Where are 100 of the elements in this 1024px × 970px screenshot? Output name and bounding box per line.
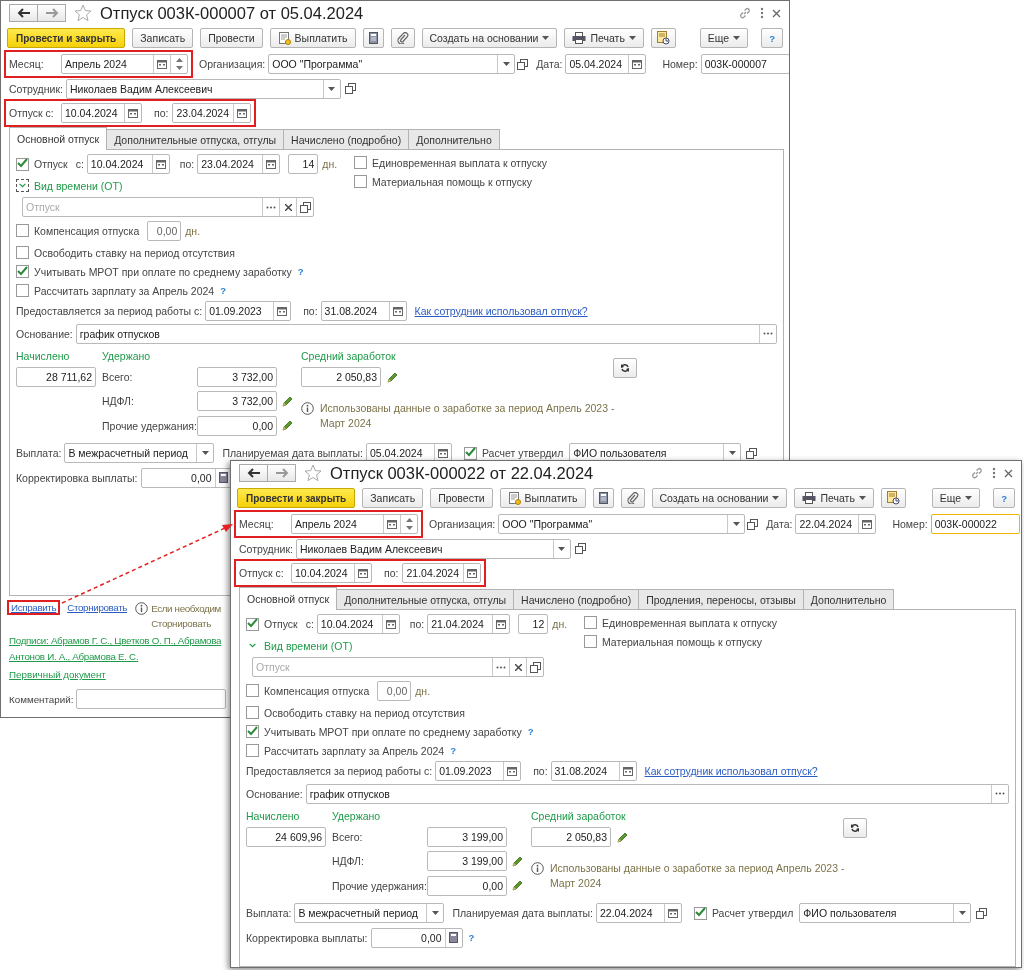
signatures-link[interactable]: Антонов И. А., Абрамова Е. С. <box>9 649 139 665</box>
month-field[interactable]: Апрель 2024 <box>61 54 188 74</box>
tab[interactable]: Дополнительные отпуска, отгулы <box>336 589 515 609</box>
help-link[interactable]: ? <box>527 726 534 737</box>
organization-field[interactable]: ООО "Программа" <box>498 514 746 534</box>
date-field[interactable]: 05.04.2024 <box>365 443 452 463</box>
checkbox[interactable] <box>354 156 367 169</box>
checkbox[interactable] <box>246 706 259 719</box>
comment-field[interactable] <box>76 689 227 709</box>
help-link[interactable]: ? <box>450 745 456 756</box>
amount-field[interactable]: 0,00 <box>197 415 277 436</box>
date-field[interactable]: 10.04.2024 <box>86 154 170 174</box>
pencil-icon[interactable] <box>616 830 629 844</box>
compensation-field[interactable]: 0,00 <box>377 680 412 701</box>
pencil-icon[interactable] <box>386 370 399 384</box>
more-icon[interactable] <box>992 467 996 479</box>
open-button[interactable] <box>296 198 313 216</box>
vacation-usage-link[interactable]: Как сотрудник использовал отпуск? <box>644 764 818 777</box>
date-field[interactable]: 21.04.2024 <box>427 614 511 634</box>
employee-field[interactable]: Николаев Вадим Алексеевич <box>295 538 571 559</box>
link-icon[interactable] <box>970 466 984 480</box>
close-icon[interactable] <box>1004 468 1013 478</box>
calendar-button[interactable] <box>663 904 681 922</box>
payment-field[interactable]: В межрасчетный период <box>64 443 215 463</box>
tab[interactable]: Основной отпуск <box>9 127 108 150</box>
action-link[interactable]: Исправить <box>7 600 61 615</box>
checkbox[interactable] <box>693 906 707 920</box>
open-button[interactable] <box>526 658 543 676</box>
approver-field[interactable]: ФИО пользователя <box>799 903 972 923</box>
back-button[interactable] <box>9 4 38 22</box>
print-button[interactable]: Печать <box>564 28 644 48</box>
checkbox[interactable] <box>16 284 29 297</box>
help-link[interactable]: ? <box>468 932 475 943</box>
more-button[interactable]: Еще <box>699 28 749 48</box>
create-based-on-button[interactable]: Создать на основании <box>421 28 558 48</box>
organization-field[interactable]: ООО "Программа" <box>268 54 516 74</box>
month-field[interactable]: Апрель 2024 <box>291 514 418 534</box>
calendar-button[interactable] <box>381 615 399 633</box>
amount-field[interactable]: 2 050,83 <box>301 367 381 387</box>
date-field[interactable]: 22.04.2024 <box>595 903 682 923</box>
basis-field[interactable]: график отпусков <box>305 783 1009 804</box>
tab[interactable]: Начислено (подробно) <box>513 589 640 609</box>
amount-field[interactable]: 28 711,62 <box>16 367 96 387</box>
date-field[interactable]: 31.08.2024 <box>550 760 637 781</box>
date-field[interactable]: 23.04.2024 <box>197 154 281 174</box>
checkbox[interactable] <box>584 616 597 629</box>
attachments-button[interactable] <box>390 28 415 48</box>
print-button[interactable]: Печать <box>794 488 874 508</box>
help-button[interactable]: ? <box>761 28 783 48</box>
toolbar-button[interactable]: Записать <box>362 488 424 508</box>
pay-button[interactable]: Выплатить <box>269 28 356 48</box>
post-and-close-button[interactable]: Провести и закрыть <box>7 28 126 48</box>
attachments-button[interactable] <box>620 488 645 508</box>
tab[interactable]: Основной отпуск <box>239 587 338 610</box>
checkbox[interactable] <box>354 175 367 188</box>
calculator-button[interactable] <box>592 488 614 508</box>
date-field[interactable]: 10.04.2024 <box>291 563 372 583</box>
checkbox[interactable] <box>246 725 259 738</box>
checkbox[interactable] <box>246 744 259 757</box>
number-field[interactable]: 003К-000022 <box>930 514 1020 534</box>
group-title[interactable]: Вид времени (ОТ) <box>264 639 353 652</box>
pencil-icon[interactable] <box>281 419 294 432</box>
amount-field[interactable]: 3 732,00 <box>197 391 277 411</box>
amount-field[interactable]: 3 199,00 <box>427 851 507 871</box>
amount-field[interactable]: 3 199,00 <box>427 827 507 847</box>
checkbox[interactable] <box>16 157 29 171</box>
basis-field[interactable]: график отпусков <box>75 323 777 344</box>
calendar-button[interactable] <box>153 55 170 73</box>
pay-button[interactable]: Выплатить <box>499 488 586 508</box>
correction-field[interactable]: 0,00 <box>140 467 233 488</box>
date-field[interactable]: 22.04.2024 <box>795 514 877 534</box>
compensation-field[interactable]: 0,00 <box>147 220 182 241</box>
date-field[interactable]: 10.04.2024 <box>61 103 142 123</box>
calendar-button[interactable] <box>151 155 169 173</box>
tab[interactable]: Продления, переносы, отзывы <box>638 589 804 609</box>
employee-field[interactable]: Николаев Вадим Алексеевич <box>65 78 341 99</box>
group-title[interactable]: Вид времени (ОТ) <box>34 179 123 192</box>
action-link[interactable]: Сторнировать <box>63 600 132 615</box>
tab[interactable]: Дополнительно <box>802 589 895 609</box>
close-icon[interactable] <box>772 8 781 18</box>
checkbox[interactable] <box>16 246 29 259</box>
refresh-button[interactable] <box>613 357 637 378</box>
toolbar-button[interactable]: Записать <box>132 28 194 48</box>
date-field[interactable]: 10.04.2024 <box>316 614 400 634</box>
checkbox[interactable] <box>463 446 477 460</box>
tab[interactable]: Дополнительно <box>408 129 500 149</box>
date-field[interactable]: 31.08.2024 <box>320 300 407 321</box>
calendar-button[interactable] <box>124 104 141 122</box>
correction-field[interactable]: 0,00 <box>370 927 463 948</box>
pencil-icon[interactable] <box>511 879 524 892</box>
date-field[interactable]: 01.09.2023 <box>205 300 292 321</box>
report-button[interactable] <box>650 28 676 48</box>
help-link[interactable]: ? <box>220 285 226 296</box>
approver-field[interactable]: ФИО пользователя <box>569 443 742 463</box>
signatures-link[interactable]: Подписи: Абрамов Г. С., Цветков О. П., Абрамова <box>9 633 222 649</box>
checkbox[interactable] <box>16 265 29 278</box>
calendar-button[interactable] <box>354 564 371 582</box>
help-button[interactable]: ? <box>993 488 1015 508</box>
payment-field[interactable]: В межрасчетный период <box>294 903 445 923</box>
amount-field[interactable]: 24 609,96 <box>246 827 326 847</box>
